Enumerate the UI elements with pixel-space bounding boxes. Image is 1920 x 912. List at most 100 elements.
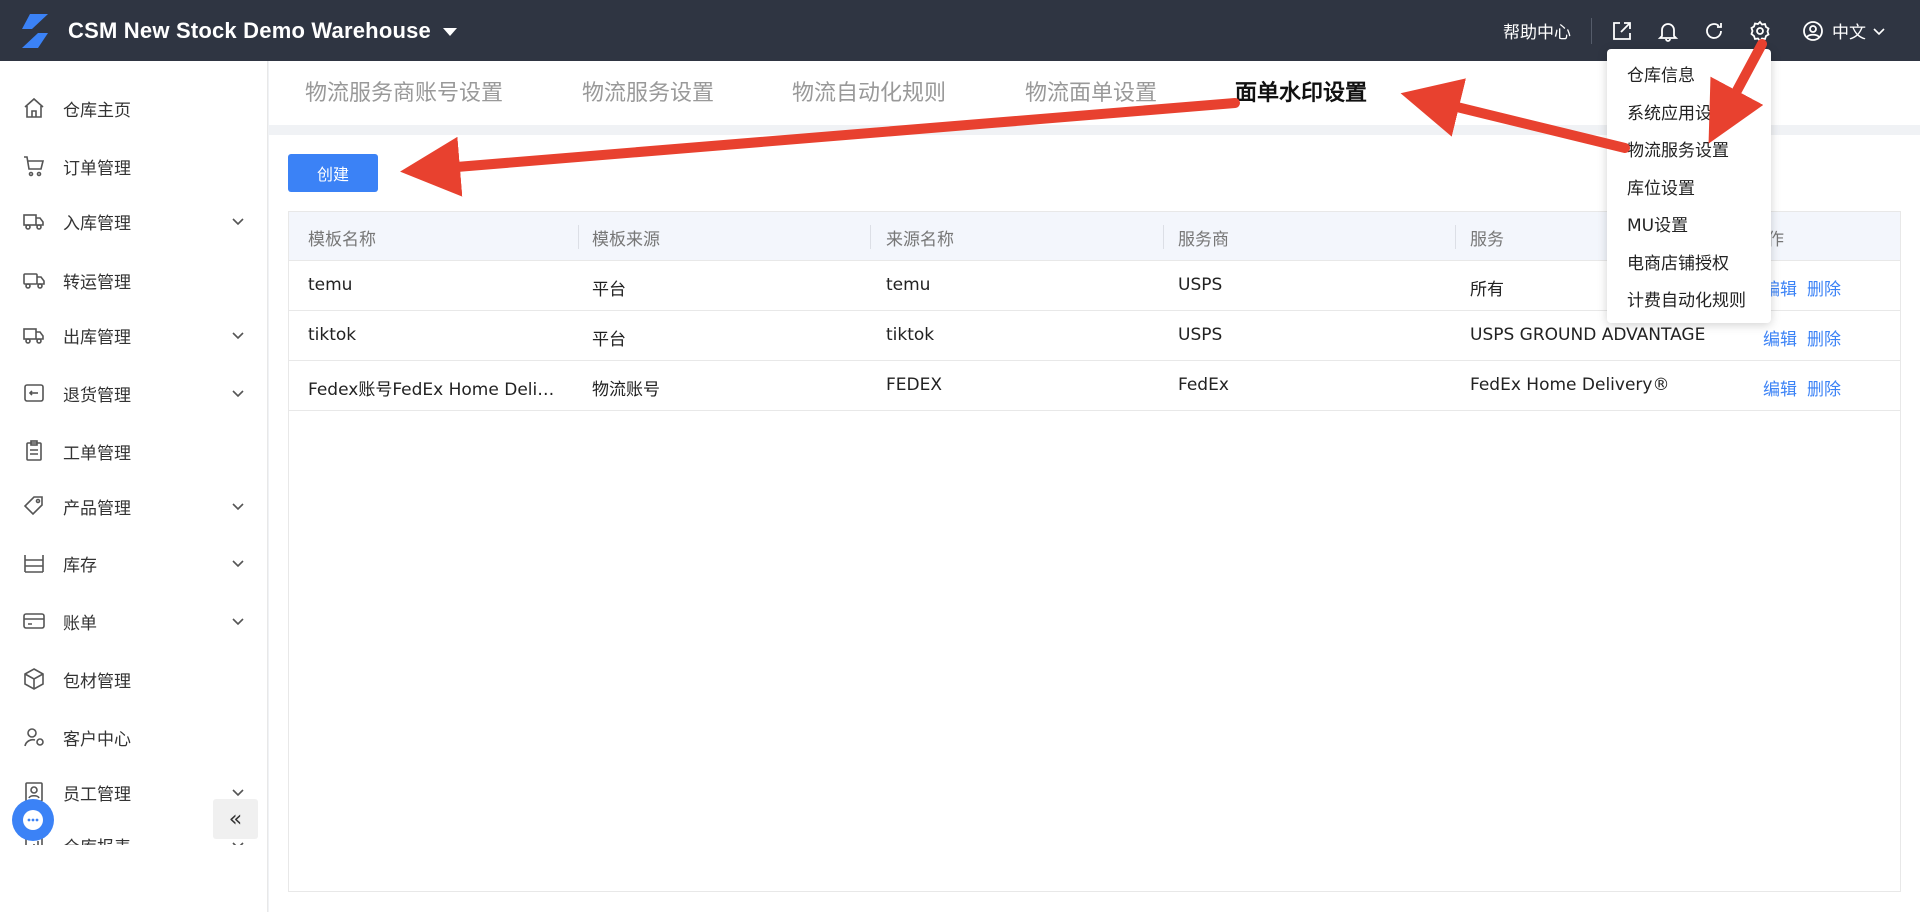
- sidebar-item-packaging[interactable]: 包材管理: [0, 659, 267, 699]
- sidebar: 仓库主页 订单管理 入库管理 转运管理 出库管理 退货管理 工单管理 产品管理 …: [0, 61, 268, 912]
- menu-item-warehouse-info[interactable]: 仓库信息: [1627, 61, 1695, 86]
- help-center-link[interactable]: 帮助中心: [1503, 18, 1571, 43]
- tab-logistics-automation[interactable]: 物流自动化规则: [792, 75, 946, 107]
- carrier-cell: FedEx: [1178, 375, 1229, 395]
- sidebar-item-products[interactable]: 产品管理: [0, 486, 267, 526]
- sidebar-item-label: 员工管理: [63, 784, 131, 805]
- warehouse-name[interactable]: CSM New Stock Demo Warehouse: [68, 18, 431, 44]
- column-divider: [578, 225, 579, 249]
- sidebar-item-outbound[interactable]: 出库管理: [0, 315, 267, 355]
- export-icon[interactable]: [1610, 19, 1634, 43]
- sidebar-item-label: 库存: [63, 555, 97, 576]
- carrier-cell: USPS: [1178, 325, 1223, 345]
- shelf-icon: [24, 555, 44, 573]
- sidebar-item-label: 转运管理: [63, 272, 131, 293]
- chevron-down-icon: [1873, 27, 1885, 35]
- menu-item-mu-settings[interactable]: MU设置: [1627, 211, 1688, 236]
- chevron-down-icon: [232, 390, 244, 398]
- delete-link[interactable]: 删除: [1807, 375, 1841, 400]
- card-icon: [23, 613, 45, 629]
- menu-item-logistics-services[interactable]: 物流服务设置: [1627, 136, 1729, 161]
- template-name-cell: tiktok: [308, 325, 357, 345]
- sidebar-item-billing[interactable]: 账单: [0, 601, 267, 641]
- column-header: 模板名称: [308, 230, 376, 250]
- menu-item-system-apps[interactable]: 系统应用设置: [1627, 99, 1729, 124]
- sidebar-item-label: 仓库主页: [63, 100, 131, 121]
- column-divider: [1163, 225, 1164, 249]
- header-divider: [1591, 17, 1592, 44]
- sidebar-item-label: 入库管理: [63, 213, 131, 234]
- create-button[interactable]: 创建: [288, 154, 378, 192]
- gear-icon[interactable]: [1748, 19, 1772, 43]
- collapse-sidebar-button[interactable]: «: [213, 799, 258, 839]
- source-name-cell: FEDEX: [886, 375, 942, 395]
- edit-link[interactable]: 编辑: [1763, 325, 1797, 350]
- truck-in-icon: [23, 214, 44, 230]
- chat-button[interactable]: [12, 799, 54, 841]
- sidebar-item-inbound[interactable]: 入库管理: [0, 201, 267, 241]
- clipboard-icon: [26, 440, 42, 461]
- language-switcher[interactable]: 中文: [1802, 18, 1894, 43]
- sidebar-item-customers[interactable]: 客户中心: [0, 717, 267, 757]
- column-header: 模板来源: [592, 230, 660, 250]
- template-source-cell: 物流账号: [592, 380, 660, 400]
- source-name-cell: tiktok: [886, 325, 935, 345]
- table-row: Fedex账号FedEx Home Delivery® 物流账号 FEDEX F…: [289, 361, 1900, 411]
- tab-label-watermark[interactable]: 面单水印设置: [1235, 75, 1367, 107]
- sidebar-item-label: 退货管理: [63, 385, 131, 406]
- chevron-down-icon: [232, 560, 244, 568]
- chat-icon: [23, 810, 43, 830]
- sidebar-item-label: 订单管理: [63, 158, 131, 179]
- tab-label-settings[interactable]: 物流面单设置: [1025, 75, 1157, 107]
- sidebar-item-label: 产品管理: [63, 498, 131, 519]
- chevron-down-icon: [232, 789, 244, 797]
- sidebar-item-transfer[interactable]: 转运管理: [0, 260, 267, 300]
- delete-link[interactable]: 删除: [1807, 325, 1841, 350]
- column-divider: [1455, 225, 1456, 249]
- column-divider: [870, 225, 871, 249]
- service-cell: USPS GROUND ADVANTAGE: [1470, 325, 1706, 345]
- column-header: 来源名称: [886, 230, 954, 250]
- menu-item-store-authorization[interactable]: 电商店铺授权: [1627, 249, 1729, 274]
- cart-icon: [24, 156, 45, 177]
- chevron-down-icon: [232, 332, 244, 340]
- truck-out-icon: [23, 328, 44, 344]
- sidebar-item-home[interactable]: 仓库主页: [0, 88, 267, 128]
- return-icon: [24, 384, 44, 402]
- customer-icon: [24, 728, 44, 747]
- menu-item-location-settings[interactable]: 库位设置: [1627, 174, 1695, 199]
- sidebar-item-label: 客户中心: [63, 729, 131, 750]
- source-name-cell: temu: [886, 275, 931, 295]
- bell-icon[interactable]: [1656, 19, 1680, 43]
- delete-link[interactable]: 删除: [1807, 275, 1841, 300]
- sidebar-item-label: 工单管理: [63, 443, 131, 464]
- service-cell: 所有: [1470, 280, 1504, 300]
- column-header: 服务: [1470, 230, 1504, 250]
- sidebar-item-work-orders[interactable]: 工单管理: [0, 431, 267, 471]
- edit-link[interactable]: 编辑: [1763, 375, 1797, 400]
- carrier-cell: USPS: [1178, 275, 1223, 295]
- sidebar-item-inventory[interactable]: 库存: [0, 543, 267, 583]
- language-label: 中文: [1832, 23, 1866, 43]
- tag-icon: [23, 496, 43, 516]
- box-icon: [24, 668, 44, 690]
- sidebar-item-returns[interactable]: 退货管理: [0, 373, 267, 413]
- template-source-cell: 平台: [592, 280, 626, 300]
- sidebar-item-label: 出库管理: [63, 327, 131, 348]
- chevron-down-icon: [232, 218, 244, 226]
- sidebar-item-label: 包材管理: [63, 671, 131, 692]
- logo-icon: [22, 13, 48, 48]
- template-name-cell: temu: [308, 275, 353, 295]
- sidebar-footer: [0, 845, 267, 912]
- sidebar-item-label: 账单: [63, 613, 97, 634]
- template-source-cell: 平台: [592, 330, 626, 350]
- tab-carrier-accounts[interactable]: 物流服务商账号设置: [305, 75, 503, 107]
- chevron-down-icon: [232, 618, 244, 626]
- warehouse-dropdown-icon[interactable]: [442, 28, 457, 36]
- refresh-icon[interactable]: [1702, 19, 1726, 43]
- home-icon: [24, 97, 44, 118]
- truck-icon: [23, 273, 45, 289]
- menu-item-billing-automation[interactable]: 计费自动化规则: [1627, 286, 1746, 311]
- sidebar-item-orders[interactable]: 订单管理: [0, 146, 267, 186]
- tab-logistics-services[interactable]: 物流服务设置: [582, 75, 714, 107]
